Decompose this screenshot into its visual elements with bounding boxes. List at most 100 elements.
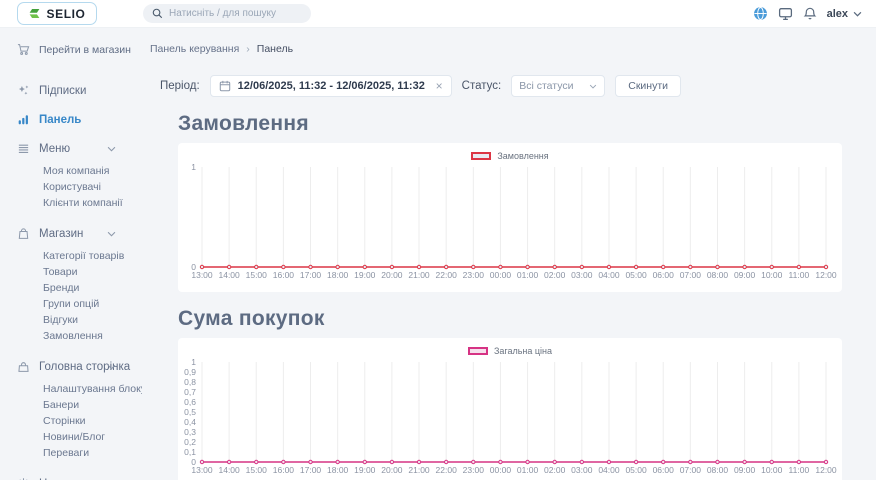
svg-text:08:00: 08:00 xyxy=(707,270,729,280)
svg-text:07:00: 07:00 xyxy=(680,270,702,280)
selio-logo-icon xyxy=(28,7,41,20)
purchase-sum-section-title: Сума покупок xyxy=(178,307,876,331)
svg-text:16:00: 16:00 xyxy=(273,465,295,475)
svg-text:05:00: 05:00 xyxy=(625,270,647,280)
svg-text:18:00: 18:00 xyxy=(327,270,349,280)
sidebar-item-menu[interactable]: Меню xyxy=(0,134,142,163)
sidebar-item-label: Меню xyxy=(39,143,70,155)
svg-text:1: 1 xyxy=(191,163,196,172)
svg-text:19:00: 19:00 xyxy=(354,465,376,475)
sidebar-subitem-users[interactable]: Користувачі xyxy=(0,179,142,195)
chart-legend[interactable]: Загальна ціна xyxy=(178,338,842,356)
svg-text:09:00: 09:00 xyxy=(734,465,756,475)
bell-icon[interactable] xyxy=(803,6,817,21)
sidebar-item-label: Головна сторінка xyxy=(39,361,130,373)
breadcrumb-parent[interactable]: Панель керування xyxy=(150,43,239,55)
shopping-bag-icon xyxy=(17,227,30,240)
sidebar-subitem-orders[interactable]: Замовлення xyxy=(0,328,142,344)
sidebar-subitem-block-settings[interactable]: Налаштування блоку xyxy=(0,381,142,397)
svg-text:23:00: 23:00 xyxy=(463,465,485,475)
svg-text:22:00: 22:00 xyxy=(436,465,458,475)
user-menu[interactable]: alex xyxy=(827,8,862,20)
search-placeholder: Натисніть / для пошуку xyxy=(169,8,276,19)
status-label: Статус: xyxy=(462,80,502,92)
svg-text:07:00: 07:00 xyxy=(680,465,702,475)
svg-text:18:00: 18:00 xyxy=(327,465,349,475)
sidebar-subitem-company-clients[interactable]: Клієнти компанії xyxy=(0,195,142,211)
svg-text:02:00: 02:00 xyxy=(544,465,566,475)
svg-text:11:00: 11:00 xyxy=(789,465,810,475)
sidebar-item-label: Підписки xyxy=(39,85,86,97)
svg-text:14:00: 14:00 xyxy=(218,465,240,475)
handbag-icon xyxy=(17,360,30,373)
svg-text:11:00: 11:00 xyxy=(789,270,810,280)
legend-label: Замовлення xyxy=(497,151,548,161)
svg-text:04:00: 04:00 xyxy=(598,465,620,475)
svg-text:17:00: 17:00 xyxy=(300,465,322,475)
sidebar-subitem-pages[interactable]: Сторінки xyxy=(0,413,142,429)
sidebar-subitem-my-company[interactable]: Моя компанія xyxy=(0,163,142,179)
legend-swatch xyxy=(471,152,491,160)
user-name: alex xyxy=(827,8,848,20)
sidebar-item-go-to-store[interactable]: Перейти в магазин xyxy=(0,37,142,68)
svg-text:17:00: 17:00 xyxy=(300,270,322,280)
orders-section-title: Замовлення xyxy=(178,112,876,136)
sidebar-item-store[interactable]: Магазин xyxy=(0,219,142,248)
sidebar-subitem-products[interactable]: Товари xyxy=(0,264,142,280)
filter-bar: Період: 12/06/2025, 11:32 - 12/06/2025, … xyxy=(160,75,876,97)
globe-icon[interactable] xyxy=(753,6,768,21)
logo[interactable]: SELIO xyxy=(17,2,97,25)
svg-text:1: 1 xyxy=(191,358,196,367)
clear-period-icon[interactable]: × xyxy=(436,80,443,92)
svg-text:00:00: 00:00 xyxy=(490,465,512,475)
monitor-icon[interactable] xyxy=(778,6,793,21)
svg-text:23:00: 23:00 xyxy=(463,270,485,280)
period-date-input[interactable]: 12/06/2025, 11:32 - 12/06/2025, 11:32 × xyxy=(210,75,452,97)
svg-text:0,8: 0,8 xyxy=(184,377,196,387)
breadcrumb-separator: › xyxy=(246,43,250,55)
chevron-down-icon xyxy=(853,11,862,17)
status-select[interactable]: Всі статуси xyxy=(511,75,605,97)
sidebar-subitem-benefits[interactable]: Переваги xyxy=(0,445,142,461)
svg-text:19:00: 19:00 xyxy=(354,270,376,280)
svg-text:12:00: 12:00 xyxy=(815,465,837,475)
svg-text:05:00: 05:00 xyxy=(625,465,647,475)
sidebar-subitem-brands[interactable]: Бренди xyxy=(0,280,142,296)
sidebar-item-dashboard[interactable]: Панель xyxy=(0,105,142,134)
svg-text:01:00: 01:00 xyxy=(517,465,539,475)
svg-text:13:00: 13:00 xyxy=(191,270,213,280)
reset-button[interactable]: Скинути xyxy=(615,75,681,97)
sidebar-subitem-news-blog[interactable]: Новини/Блог xyxy=(0,429,142,445)
sidebar-item-label: Перейти в магазин xyxy=(39,44,131,56)
total-price-chart: 10,90,80,70,60,50,40,30,20,1013:0014:001… xyxy=(178,358,842,480)
sidebar-subitem-option-groups[interactable]: Групи опцій xyxy=(0,296,142,312)
svg-text:21:00: 21:00 xyxy=(408,465,430,475)
topbar-actions: alex xyxy=(753,6,862,21)
sidebar-item-home-page[interactable]: Головна сторінка xyxy=(0,352,142,381)
chevron-down-icon xyxy=(107,364,116,370)
sidebar-item-settings[interactable]: Налаштування xyxy=(0,469,142,480)
svg-text:0,6: 0,6 xyxy=(184,397,196,407)
svg-text:13:00: 13:00 xyxy=(191,465,213,475)
hamburger-icon xyxy=(17,142,30,155)
breadcrumb: Панель керування › Панель xyxy=(150,43,876,55)
sidebar-item-subscriptions[interactable]: Підписки xyxy=(0,76,142,105)
total-price-chart-card: Загальна ціна 10,90,80,70,60,50,40,30,20… xyxy=(178,338,842,480)
svg-text:0,9: 0,9 xyxy=(184,367,196,377)
svg-text:08:00: 08:00 xyxy=(707,465,729,475)
svg-text:20:00: 20:00 xyxy=(381,465,403,475)
chart-legend[interactable]: Замовлення xyxy=(178,143,842,161)
svg-text:16:00: 16:00 xyxy=(273,270,295,280)
chevron-down-icon xyxy=(589,84,597,89)
svg-text:06:00: 06:00 xyxy=(653,270,675,280)
search-input[interactable]: Натисніть / для пошуку xyxy=(143,4,311,23)
sidebar-subitem-banners[interactable]: Банери xyxy=(0,397,142,413)
logo-text: SELIO xyxy=(46,7,85,21)
sidebar-subitem-reviews[interactable]: Відгуки xyxy=(0,312,142,328)
svg-text:04:00: 04:00 xyxy=(598,270,620,280)
sidebar-subitem-product-categories[interactable]: Категорії товарів xyxy=(0,248,142,264)
orders-chart: 1013:0014:0015:0016:0017:0018:0019:0020:… xyxy=(178,163,842,285)
svg-text:0,4: 0,4 xyxy=(184,417,196,427)
svg-text:06:00: 06:00 xyxy=(653,465,675,475)
svg-text:0,5: 0,5 xyxy=(184,407,196,417)
